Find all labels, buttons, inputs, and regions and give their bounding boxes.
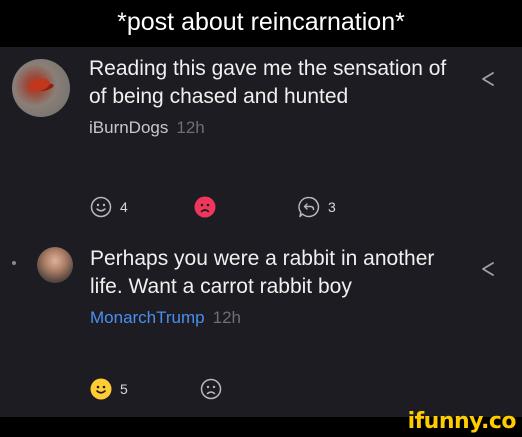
post-caption: *post about reincarnation* <box>0 0 522 47</box>
reply-count: 3 <box>328 199 336 215</box>
comment-text: Reading this gave me the sensation of of… <box>89 57 447 108</box>
smile-icon <box>90 378 112 400</box>
dislike-button[interactable] <box>200 375 222 403</box>
comment-author[interactable]: iBurnDogs <box>89 118 168 137</box>
comment-body: Reading this gave me the sensation of of… <box>89 55 449 139</box>
like-button[interactable]: 5 <box>90 375 128 403</box>
share-icon[interactable] <box>480 71 496 87</box>
comment-author[interactable]: MonarchTrump <box>90 308 205 327</box>
like-count: 4 <box>120 199 128 215</box>
like-button[interactable]: 4 <box>90 193 128 221</box>
dislike-button[interactable] <box>194 193 216 221</box>
watermark-logo: ifunny.co <box>407 409 517 434</box>
comment-actions: 5 <box>0 375 522 403</box>
frown-icon <box>194 196 216 218</box>
comment-meta: iBurnDogs 12h <box>89 117 449 139</box>
comment-text: Perhaps you were a rabbit in another lif… <box>90 247 435 298</box>
comment-time: 12h <box>176 118 205 137</box>
thread-dot <box>12 261 16 265</box>
comment-body: Perhaps you were a rabbit in another lif… <box>90 245 450 329</box>
reply-icon <box>298 196 320 218</box>
share-icon[interactable] <box>480 261 496 277</box>
reply-button[interactable]: 3 <box>298 193 336 221</box>
avatar[interactable] <box>12 59 70 117</box>
comment-meta: MonarchTrump 12h <box>90 307 450 329</box>
comment-thread: Reading this gave me the sensation of of… <box>0 47 522 417</box>
frown-icon <box>200 378 222 400</box>
avatar[interactable] <box>37 247 73 283</box>
smile-icon <box>90 196 112 218</box>
like-count: 5 <box>120 381 128 397</box>
comment-time: 12h <box>212 308 242 327</box>
comment-actions: 4 3 <box>0 193 522 221</box>
